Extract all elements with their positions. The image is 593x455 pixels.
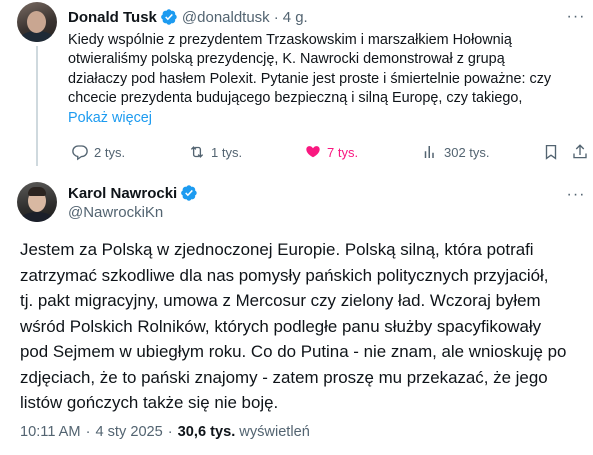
tweet-meta: 10:11 AM · 4 sty 2025 · 30,6 tys. wyświe… [20, 424, 310, 440]
tweet-header: Karol Nawrocki [68, 183, 198, 203]
avatar[interactable] [17, 182, 57, 222]
tweet-text-line: Jestem za Polską w zjednoczonej Europie.… [20, 240, 534, 259]
share-button[interactable] [571, 142, 589, 162]
tweet-text: Kiedy wspólnie z prezydentem Trzaskowski… [68, 31, 578, 128]
avatar-face [27, 11, 46, 33]
tweet-actions: 2 tys. 1 tys. 7 tys. 302 tys. [68, 142, 588, 162]
avatar-hair [28, 187, 46, 196]
repost-button[interactable]: 1 tys. [188, 142, 242, 162]
tweet-header: Donald Tusk @donaldtusk · 4 g. [68, 7, 308, 27]
like-button[interactable]: 7 tys. [304, 142, 358, 162]
tweet-text: Jestem za Polską w zjednoczonej Europie.… [20, 237, 588, 416]
heart-icon [306, 146, 320, 158]
views-icon [424, 146, 434, 158]
tweet-text-line: otwieraliśmy polską prezydencję, K. Nawr… [68, 51, 505, 68]
reply-count: 2 tys. [94, 144, 126, 160]
show-more-link[interactable]: Pokaż więcej [68, 109, 578, 128]
share-icon [573, 144, 587, 159]
author-name[interactable]: Donald Tusk [68, 9, 157, 26]
author-name[interactable]: Karol Nawrocki [68, 185, 177, 202]
tweet-text-line: listów gończych także się nie boję. [20, 393, 279, 412]
tweet-text-line: pod Sejmem w ubiegłym roku. Co do Putina… [20, 342, 567, 361]
separator-dot: · [167, 424, 173, 440]
tweet-date[interactable]: 4 sty 2025 [95, 424, 162, 440]
views-count: 30,6 tys. [177, 424, 236, 440]
verified-badge-icon [161, 9, 177, 25]
tweet-text-line: działaczy pod hasłem Polexit. Pytanie je… [68, 70, 552, 87]
tweet-text-line: tj. pakt migracyjny, umowa z Mercosur cz… [20, 291, 541, 310]
more-icon[interactable]: ··· [566, 185, 586, 205]
separator-dot: · [273, 8, 279, 26]
tweet-time[interactable]: 10:11 AM [20, 424, 81, 440]
avatar-body [20, 212, 54, 222]
thread-line [36, 46, 38, 166]
tweet-text-line: zdjęciach, że to pański znajomy - zatem … [20, 367, 548, 387]
views-label: wyświetleń [239, 424, 310, 440]
reply-button[interactable]: 2 tys. [71, 142, 125, 162]
author-handle[interactable]: @donaldtusk [182, 9, 270, 26]
parent-tweet[interactable]: Donald Tusk @donaldtusk · 4 g. ··· Kiedy… [0, 0, 593, 172]
views-count: 302 tys. [444, 144, 490, 160]
tweet-text-line: chcecie prezydenta budującego bezpieczną… [68, 90, 523, 107]
repost-count: 1 tys. [211, 144, 243, 160]
repost-icon [190, 146, 204, 158]
tweet-text-line: zatrzymać szkodliwe dla nas pomysły pańs… [20, 265, 549, 285]
reply-icon [72, 145, 88, 161]
tweet-time[interactable]: 4 g. [283, 9, 308, 26]
views-button[interactable]: 302 tys. [421, 142, 490, 162]
tweet-text-line: Kiedy wspólnie z prezydentem Trzaskowski… [68, 32, 512, 48]
author-handle[interactable]: @NawrockiKn [68, 204, 163, 221]
more-icon[interactable]: ··· [566, 7, 586, 27]
like-count: 7 tys. [327, 144, 359, 160]
tweet-text-line: wśród Polskich Rolników, których podległ… [20, 316, 542, 336]
separator-dot: · [85, 424, 91, 440]
avatar[interactable] [17, 2, 57, 42]
bookmark-icon [545, 144, 557, 160]
bookmark-button[interactable] [542, 142, 560, 162]
verified-badge-icon [181, 185, 197, 201]
